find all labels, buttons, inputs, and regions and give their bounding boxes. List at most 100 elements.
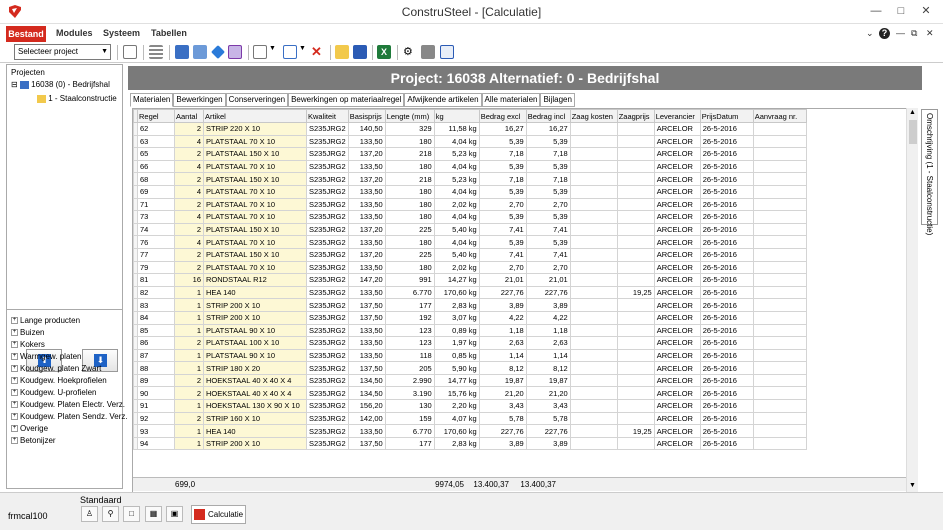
table-cell[interactable] (569, 436, 618, 451)
table-cell[interactable]: 2 (174, 247, 204, 262)
omschrijving-side-tab[interactable]: Omschrijving (1 - Staalconstructie) (921, 109, 938, 235)
table-cell[interactable]: ARCELOR (653, 298, 701, 312)
table-cell[interactable]: 2 (174, 222, 204, 237)
table-cell[interactable]: RONDSTAAL R12 (203, 273, 307, 287)
table-cell[interactable]: ARCELOR (653, 399, 701, 413)
table-cell[interactable]: 134,50 (347, 373, 386, 388)
table-cell[interactable]: 26-5-2016 (699, 222, 754, 237)
table-cell[interactable]: ARCELOR (653, 122, 701, 136)
table-cell[interactable]: 1,18 (525, 323, 571, 338)
table-cell[interactable]: 133,50 (347, 348, 386, 363)
table-cell[interactable]: ARCELOR (653, 336, 701, 350)
table-cell[interactable]: ARCELOR (653, 184, 701, 199)
table-cell[interactable]: 26-5-2016 (699, 361, 754, 375)
table-cell[interactable]: 26-5-2016 (699, 323, 754, 338)
expand-icon[interactable]: + (11, 413, 18, 421)
table-cell[interactable] (752, 399, 807, 413)
table-cell[interactable]: PLATSTAAL 150 X 10 (203, 222, 307, 237)
table-cell[interactable]: 14,27 kg (433, 273, 480, 287)
table-cell[interactable]: 62 (137, 122, 175, 136)
table-cell[interactable]: 85 (137, 323, 175, 338)
table-cell[interactable] (752, 298, 807, 312)
table-cell[interactable] (569, 247, 618, 262)
table-row[interactable]: 65 2 PLATSTAAL 150 X 10 S235JRG2 137,20 218 5,… (133, 147, 807, 161)
delete-icon[interactable]: ✕ (311, 45, 325, 59)
table-cell[interactable]: 2 (174, 411, 204, 426)
table-cell[interactable]: 140,50 (347, 122, 386, 136)
table-cell[interactable]: 2,63 (525, 336, 571, 350)
table-cell[interactable]: 205 (384, 361, 435, 375)
table-row[interactable]: 83 1 STRIP 200 X 10 S235JRG2 137,50 177 2,83 k… (133, 298, 807, 312)
table-cell[interactable] (616, 348, 655, 363)
edit-icon[interactable] (283, 45, 297, 59)
table-cell[interactable] (569, 373, 618, 388)
table-cell[interactable]: 5,39 (525, 134, 571, 149)
table-cell[interactable]: 5,39 (478, 210, 527, 224)
table-cell[interactable] (752, 323, 807, 338)
keyboard-icon[interactable] (175, 45, 189, 59)
table-cell[interactable]: 84 (137, 310, 175, 325)
table-cell[interactable]: 79 (137, 260, 175, 275)
table-cell[interactable]: 3,89 (525, 436, 571, 451)
table-cell[interactable] (569, 122, 618, 136)
table-cell[interactable]: 133,50 (347, 260, 386, 275)
table-cell[interactable]: 7,18 (478, 147, 527, 161)
column-header[interactable]: Basisprijs (347, 109, 386, 123)
column-header[interactable]: Zaagprijs (616, 109, 655, 123)
tree-item-project[interactable]: ⊟ 16038 (0) - Bedrijfshal (11, 80, 110, 89)
table-cell[interactable]: 180 (384, 260, 435, 275)
table-cell[interactable] (752, 172, 807, 186)
table-cell[interactable]: 19,87 (525, 373, 571, 388)
table-cell[interactable]: 1 (174, 361, 204, 375)
table-cell[interactable]: 1,97 kg (433, 336, 480, 350)
table-cell[interactable]: 991 (384, 273, 435, 287)
table-cell[interactable]: 21,01 (478, 273, 527, 287)
expand-icon[interactable]: + (11, 389, 18, 397)
table-cell[interactable]: 2,83 kg (433, 436, 480, 451)
table-cell[interactable]: 227,76 (525, 424, 571, 438)
table-cell[interactable] (616, 436, 655, 451)
tab-materialen[interactable]: Materialen (130, 93, 174, 107)
print-icon[interactable] (421, 45, 435, 59)
table-cell[interactable]: 118 (384, 348, 435, 363)
table-cell[interactable]: 94 (137, 436, 175, 451)
table-cell[interactable]: 4,04 kg (433, 184, 480, 199)
table-cell[interactable]: 7,41 (525, 222, 571, 237)
table-cell[interactable]: ARCELOR (653, 247, 701, 262)
table-cell[interactable]: 1,14 (478, 348, 527, 363)
table-row[interactable]: 69 4 PLATSTAAL 70 X 10 S235JRG2 133,50 180 4,0… (133, 184, 807, 199)
table-row[interactable]: 74 2 PLATSTAAL 150 X 10 S235JRG2 137,20 225 5,… (133, 222, 807, 237)
table-cell[interactable]: 26-5-2016 (699, 184, 754, 199)
column-header[interactable]: kg (433, 109, 480, 123)
table-cell[interactable]: 26-5-2016 (699, 386, 754, 401)
table-cell[interactable]: 5,39 (478, 235, 527, 249)
menu-tabellen[interactable]: Tabellen (151, 28, 187, 38)
expander-icon[interactable]: ⊟ (11, 80, 18, 89)
table-cell[interactable] (616, 184, 655, 199)
table-cell[interactable]: 4,22 (478, 310, 527, 325)
expand-icon[interactable]: + (11, 341, 18, 349)
table-cell[interactable] (752, 260, 807, 275)
table-cell[interactable]: 137,50 (347, 298, 386, 312)
table-cell[interactable]: ARCELOR (653, 222, 701, 237)
tools-icon[interactable]: ⚙ (403, 45, 417, 59)
table-row[interactable]: 85 1 PLATSTAAL 90 X 10 S235JRG2 133,50 123 0,8… (133, 323, 807, 338)
expand-icon[interactable]: + (11, 401, 18, 409)
table-cell[interactable]: ARCELOR (653, 348, 701, 363)
clipboard-icon[interactable]: □ (123, 506, 140, 522)
table-cell[interactable]: S235JRG2 (306, 197, 349, 212)
table-cell[interactable]: S235JRG2 (306, 424, 349, 438)
calculatie-window-tab[interactable]: Calculatie (191, 505, 246, 524)
table-cell[interactable]: 137,20 (347, 247, 386, 262)
table-cell[interactable]: 91 (137, 399, 175, 413)
table-cell[interactable]: 5,39 (525, 235, 571, 249)
table-cell[interactable] (752, 411, 807, 426)
table-cell[interactable]: 5,40 kg (433, 222, 480, 237)
table-cell[interactable]: ARCELOR (653, 273, 701, 287)
table-cell[interactable]: PLATSTAAL 70 X 10 (203, 134, 307, 149)
table-cell[interactable]: 5,23 kg (433, 147, 480, 161)
open-folder-icon[interactable] (335, 45, 349, 59)
table-cell[interactable]: 156,20 (347, 399, 386, 413)
table-cell[interactable]: PLATSTAAL 150 X 10 (203, 147, 307, 161)
table-cell[interactable]: 7,18 (478, 172, 527, 186)
